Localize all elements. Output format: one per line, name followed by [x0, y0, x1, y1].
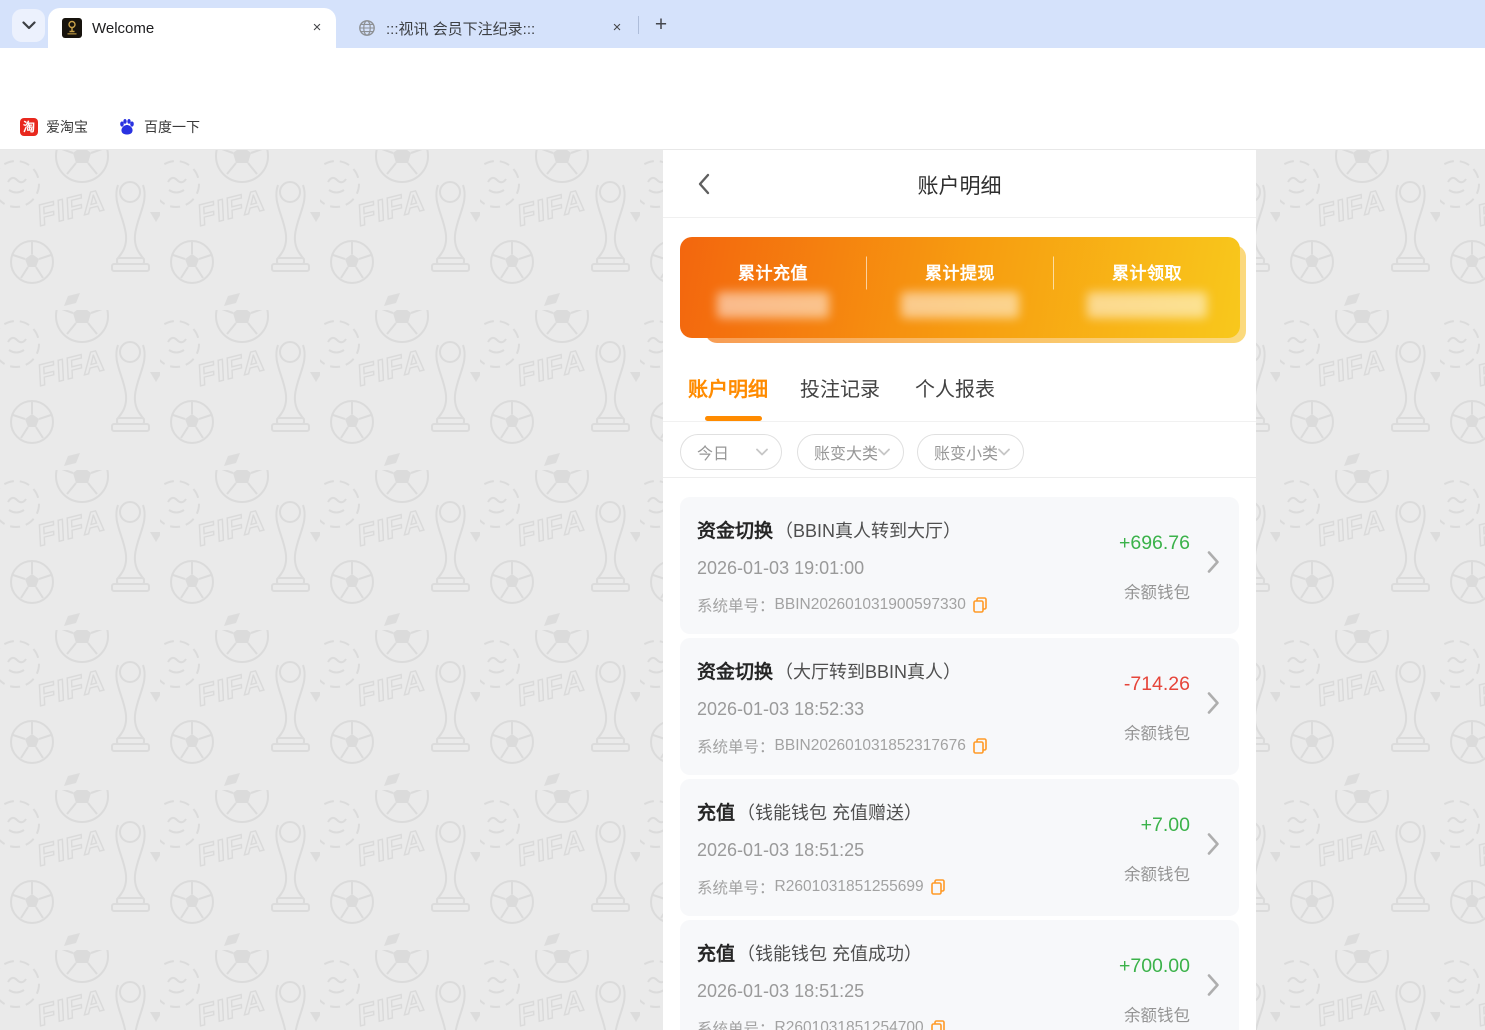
transaction-datetime: 2026-01-03 18:51:25 [697, 981, 864, 1002]
tab-welcome[interactable]: Welcome × [48, 8, 336, 48]
transaction-subtype: （钱能钱包 充值赠送） [737, 803, 922, 823]
bookmark-taobao[interactable]: 淘 爱淘宝 [20, 117, 88, 137]
bookmark-label: 爱淘宝 [46, 117, 88, 137]
transaction-datetime: 2026-01-03 19:01:00 [697, 558, 864, 579]
order-number-row: 系统单号： BBIN202601031852317676 [697, 735, 987, 757]
wallet-label: 余额钱包 [1124, 579, 1190, 603]
chevron-right-icon [1207, 691, 1220, 715]
amount: +7.00 [1141, 814, 1190, 837]
transaction-datetime: 2026-01-03 18:51:25 [697, 840, 864, 861]
summary-col-deposit: 累计充值 [680, 237, 866, 338]
summary-col-withdraw: 累计提现 [866, 237, 1053, 338]
page-title: 账户明细 [663, 170, 1256, 200]
bookmarks-bar: 淘 爱淘宝 百度一下 [0, 104, 1485, 150]
site-favicon [62, 18, 82, 38]
order-label: 系统单号： [697, 735, 775, 757]
order-number: R2601031851254700 [775, 1019, 924, 1030]
transaction-type: 资金切换 [697, 662, 773, 683]
chevron-right-icon [1207, 832, 1220, 856]
panel-header: 账户明细 [663, 150, 1256, 218]
order-number-row: 系统单号： R2601031851254700 [697, 1017, 945, 1030]
tab-list-button[interactable] [12, 9, 45, 42]
filter-major-category-dropdown[interactable]: 账变大类 [797, 434, 904, 470]
tab-close-icon[interactable]: × [606, 17, 628, 39]
copy-icon[interactable] [973, 597, 987, 613]
chevron-right-icon [1207, 550, 1220, 574]
record-list: 资金切换（BBIN真人转到大厅） 2026-01-03 19:01:00 系统单… [663, 478, 1256, 1030]
filter-bar: 今日 账变大类 账变小类 [663, 422, 1256, 478]
transaction-subtype: （BBIN真人转到大厅） [775, 521, 961, 541]
tab-betting-record[interactable]: 投注记录 [800, 373, 880, 402]
amount: +700.00 [1119, 955, 1190, 978]
summary-label: 累计领取 [1054, 259, 1240, 284]
order-label: 系统单号： [697, 876, 775, 898]
bookmark-label: 百度一下 [144, 117, 200, 137]
wallet-label: 余额钱包 [1124, 720, 1190, 744]
amount: +696.76 [1119, 532, 1190, 555]
tab-account-detail[interactable]: 账户明细 [688, 373, 768, 402]
transaction-title: 充值（钱能钱包 充值赠送） [697, 798, 922, 825]
tab-betting-records[interactable]: :::视讯 会员下注纪录::: × [344, 8, 636, 48]
filter-label: 账变大类 [814, 440, 878, 464]
transaction-title: 资金切换（BBIN真人转到大厅） [697, 516, 961, 543]
taobao-icon: 淘 [20, 118, 38, 136]
order-label: 系统单号： [697, 594, 775, 616]
filter-date-dropdown[interactable]: 今日 [680, 434, 782, 470]
tab-title: :::视讯 会员下注纪录::: [386, 18, 606, 39]
wallet-label: 余额钱包 [1124, 861, 1190, 885]
transaction-type: 充值 [697, 944, 735, 965]
amount: -714.26 [1124, 673, 1190, 696]
bookmark-baidu[interactable]: 百度一下 [118, 117, 200, 137]
transaction-datetime: 2026-01-03 18:52:33 [697, 699, 864, 720]
transaction-subtype: （大厅转到BBIN真人） [775, 662, 961, 682]
account-detail-panel: 账户明细 累计充值 累计提现 累计领取 账户明细 投注记录 个人报表 [663, 150, 1256, 1030]
browser-tab-strip: Welcome × :::视讯 会员下注纪录::: × + [0, 0, 1485, 48]
transaction-subtype: （钱能钱包 充值成功） [737, 944, 922, 964]
wallet-label: 余额钱包 [1124, 1002, 1190, 1026]
order-number-row: 系统单号： R2601031851255699 [697, 876, 945, 898]
order-number: R2601031851255699 [775, 878, 924, 896]
new-tab-button[interactable]: + [648, 12, 674, 38]
transaction-type: 充值 [697, 803, 735, 824]
chevron-down-icon [878, 448, 890, 456]
redacted-value [717, 292, 829, 318]
chevron-down-icon [22, 21, 36, 30]
tab-personal-report[interactable]: 个人报表 [915, 373, 995, 402]
summary-card: 累计充值 累计提现 累计领取 [680, 237, 1240, 338]
order-number: BBIN202601031852317676 [775, 737, 966, 755]
filter-minor-category-dropdown[interactable]: 账变小类 [917, 434, 1024, 470]
tab-close-icon[interactable]: × [306, 17, 328, 39]
copy-icon[interactable] [931, 1020, 945, 1030]
summary-col-claim: 累计领取 [1053, 237, 1240, 338]
transaction-card[interactable]: 充值（钱能钱包 充值成功） 2026-01-03 18:51:25 系统单号： … [680, 920, 1239, 1030]
summary-label: 累计充值 [680, 259, 866, 284]
tab-divider [638, 16, 639, 34]
tab-title: Welcome [92, 20, 306, 37]
order-number-row: 系统单号： BBIN202601031900597330 [697, 594, 987, 616]
transaction-card[interactable]: 资金切换（大厅转到BBIN真人） 2026-01-03 18:52:33 系统单… [680, 638, 1239, 775]
browser-toolbar: ld48.com/reports/index?tab=0 [0, 48, 1485, 104]
chevron-down-icon [998, 448, 1010, 456]
summary-label: 累计提现 [867, 259, 1053, 284]
redacted-value [901, 292, 1019, 318]
transaction-card[interactable]: 资金切换（BBIN真人转到大厅） 2026-01-03 19:01:00 系统单… [680, 497, 1239, 634]
filter-label: 今日 [697, 440, 729, 464]
section-tabs: 账户明细 投注记录 个人报表 [663, 365, 1256, 422]
chevron-down-icon [756, 448, 768, 456]
order-number: BBIN202601031900597330 [775, 596, 966, 614]
chevron-right-icon [1207, 973, 1220, 997]
transaction-card[interactable]: 充值（钱能钱包 充值赠送） 2026-01-03 18:51:25 系统单号： … [680, 779, 1239, 916]
transaction-title: 资金切换（大厅转到BBIN真人） [697, 657, 961, 684]
transaction-type: 资金切换 [697, 521, 773, 542]
redacted-value [1087, 292, 1207, 318]
copy-icon[interactable] [973, 738, 987, 754]
order-label: 系统单号： [697, 1017, 775, 1030]
baidu-paw-icon [118, 118, 136, 136]
page-background: FIFA [0, 150, 1485, 1030]
copy-icon[interactable] [931, 879, 945, 895]
transaction-title: 充值（钱能钱包 充值成功） [697, 939, 922, 966]
active-tab-underline [705, 416, 762, 421]
filter-label: 账变小类 [934, 440, 998, 464]
globe-icon [358, 19, 376, 37]
